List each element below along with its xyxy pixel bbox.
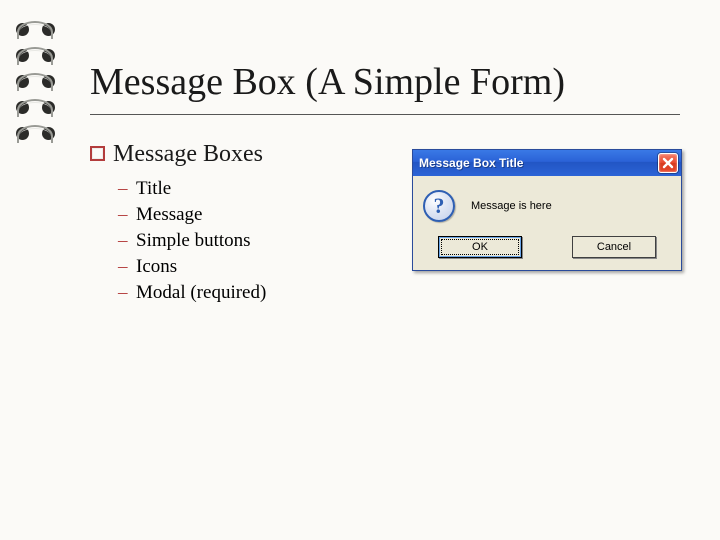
spiral-binding [14, 18, 58, 158]
list-item: Title [120, 178, 412, 200]
close-button[interactable] [658, 153, 678, 173]
question-icon: ? [423, 190, 455, 222]
square-bullet-icon [90, 146, 105, 161]
ok-button[interactable]: OK [438, 236, 522, 258]
list-item: Message [120, 204, 412, 226]
bullet-level1-text: Message Boxes [113, 141, 263, 167]
bullet-level1: Message Boxes [90, 141, 412, 168]
list-item: Icons [120, 256, 412, 278]
dialog-message: Message is here [471, 200, 552, 212]
list-item: Modal (required) [120, 282, 412, 304]
slide-page: Message Box (A Simple Form) Message Boxe… [0, 0, 720, 540]
list-item: Simple buttons [120, 230, 412, 252]
dialog-titlebar[interactable]: Message Box Title [413, 150, 681, 176]
cancel-button[interactable]: Cancel [572, 236, 656, 258]
close-icon [662, 157, 674, 169]
dialog-title: Message Box Title [419, 156, 658, 170]
bullet-list-level2: Title Message Simple buttons Icons Modal… [120, 178, 412, 304]
message-box-dialog: Message Box Title ? Message is here OK [412, 149, 682, 271]
page-title: Message Box (A Simple Form) [90, 60, 680, 115]
